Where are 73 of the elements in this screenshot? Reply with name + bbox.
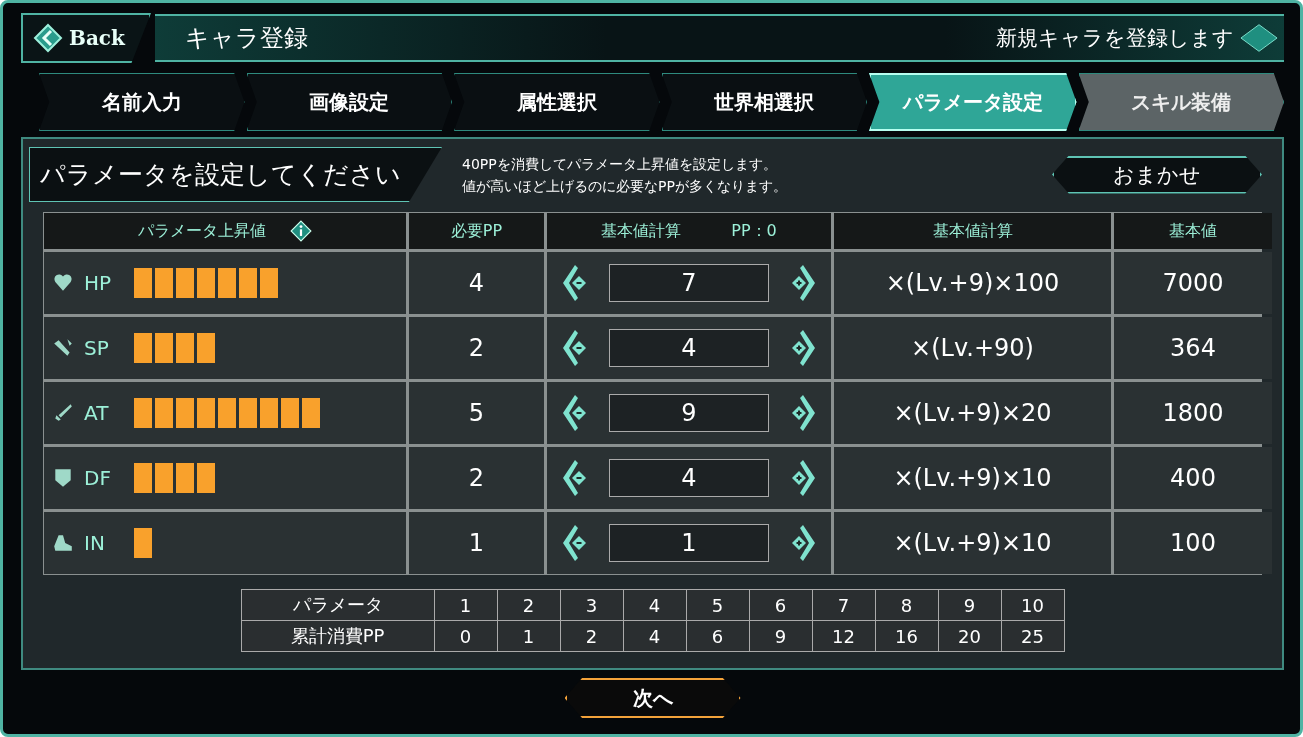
table-cell: パラメータ <box>241 589 434 621</box>
table-cell: 10 <box>1001 589 1064 621</box>
shield-icon <box>52 467 74 489</box>
base-value-cell: 100 <box>1114 512 1272 574</box>
description-text: 40PPを消費してパラメータ上昇値を設定します。 <box>462 154 778 174</box>
column-title: パラメータ上昇値 <box>138 220 266 242</box>
table-cell: 3 <box>560 589 623 621</box>
back-button[interactable]: Back <box>21 13 151 63</box>
column-header: 基本値 <box>1114 213 1272 249</box>
column-title: 基本値計算 <box>601 220 682 242</box>
formula-cell: ×(Lv.+9)×100 <box>834 252 1111 314</box>
stat-label: SP <box>84 336 110 360</box>
formula-cell: ×(Lv.+9)×10 <box>834 512 1111 574</box>
table-cell: 0 <box>434 620 497 652</box>
column-header: 基本値計算 <box>834 213 1111 249</box>
panel-heading: パラメータを設定してください <box>29 147 442 202</box>
table-cell: 20 <box>938 620 1001 652</box>
table-cell: 9 <box>749 620 812 652</box>
cost-cell: 4 <box>409 252 544 314</box>
formula-cell: ×(Lv.+9)×20 <box>834 382 1111 444</box>
screen-title: キャラ登録 <box>185 23 309 54</box>
step-tab[interactable]: 属性選択 <box>454 73 660 131</box>
diamond-icon <box>1240 23 1278 53</box>
pp-remaining: PP：0 <box>731 220 777 242</box>
table-cell: 16 <box>875 620 938 652</box>
step-tab[interactable]: 世界相選択 <box>661 73 867 131</box>
table-cell: 4 <box>623 589 686 621</box>
table-cell: 7 <box>812 589 875 621</box>
table-cell: 2 <box>497 589 560 621</box>
value-field[interactable]: 9 <box>609 394 769 432</box>
value-field[interactable]: 7 <box>609 264 769 302</box>
base-value-cell: 7000 <box>1114 252 1272 314</box>
description-text: 値が高いほど上げるのに必要なPPが多くなります。 <box>462 176 788 196</box>
stat-label: HP <box>84 271 113 295</box>
cost-cell: 1 <box>409 512 544 574</box>
value-field[interactable]: 4 <box>609 329 769 367</box>
formula-cell: ×(Lv.+9)×10 <box>834 447 1111 509</box>
info-icon[interactable] <box>290 220 312 242</box>
auto-button[interactable]: おまかせ <box>1052 155 1262 194</box>
table-cell: 8 <box>875 589 938 621</box>
value-field[interactable]: 4 <box>609 459 769 497</box>
stat-label: AT <box>84 401 110 425</box>
cost-cell: 2 <box>409 317 544 379</box>
next-button[interactable]: 次へ <box>564 678 741 718</box>
step-tab[interactable]: 画像設定 <box>246 73 452 131</box>
wand-icon <box>52 337 74 359</box>
table-cell: 5 <box>686 589 749 621</box>
level-blocks <box>134 528 152 558</box>
table-cell: 4 <box>623 620 686 652</box>
cost-cell: 2 <box>409 447 544 509</box>
base-value-cell: 364 <box>1114 317 1272 379</box>
base-value-cell: 1800 <box>1114 382 1272 444</box>
table-cell: 12 <box>812 620 875 652</box>
table-cell: 1 <box>434 589 497 621</box>
value-field[interactable]: 1 <box>609 524 769 562</box>
subtitle: 新規キャラを登録します <box>996 25 1234 52</box>
table-cell: 9 <box>938 589 1001 621</box>
column-header: 必要PP <box>409 213 544 249</box>
base-value-cell: 400 <box>1114 447 1272 509</box>
table-cell: 6 <box>749 589 812 621</box>
step-tab[interactable]: 名前入力 <box>39 73 245 131</box>
table-cell: 累計消費PP <box>241 620 434 652</box>
back-icon <box>33 23 63 53</box>
table-cell: 1 <box>497 620 560 652</box>
boot-icon <box>52 532 74 554</box>
cost-cell: 5 <box>409 382 544 444</box>
sword-icon <box>52 402 74 424</box>
formula-cell: ×(Lv.+90) <box>834 317 1111 379</box>
table-cell: 25 <box>1001 620 1064 652</box>
stat-label: IN <box>84 531 106 555</box>
table-cell: 6 <box>686 620 749 652</box>
stat-label: DF <box>84 466 112 490</box>
table-cell: 2 <box>560 620 623 652</box>
